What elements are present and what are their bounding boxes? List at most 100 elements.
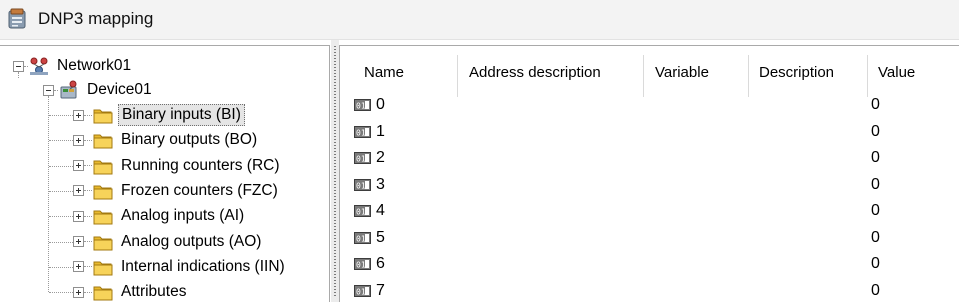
svg-text:01: 01 <box>356 102 366 111</box>
cell-value: 0 <box>871 255 880 272</box>
folder-icon <box>93 210 113 225</box>
tree-label: Frozen counters (FZC) <box>121 181 278 199</box>
mapping-grid[interactable]: Name Address description Variable Descri… <box>339 45 959 302</box>
folder-icon <box>93 134 113 149</box>
splitter[interactable] <box>331 40 339 302</box>
folder-icon <box>93 109 113 124</box>
tree-label: Internal indications (IIN) <box>121 257 285 275</box>
tree-node-group[interactable]: Internal indications (IIN) <box>73 255 288 279</box>
folder-icon <box>93 236 113 250</box>
tree-node-group[interactable]: Analog outputs (AO) <box>73 230 264 254</box>
tree-label: Binary inputs (BI) <box>118 104 245 126</box>
table-row[interactable]: 01 3 0 <box>340 175 959 202</box>
expand-toggle[interactable] <box>73 261 84 273</box>
tree-label: Analog outputs (AO) <box>121 232 262 250</box>
tree-node-group[interactable]: Analog inputs (AI) <box>73 204 247 228</box>
tree-label: Running counters (RC) <box>121 156 280 174</box>
svg-text:01: 01 <box>356 181 366 190</box>
grid-header: Name Address description Variable Descri… <box>340 46 959 98</box>
tree-connector <box>49 140 73 142</box>
tree-connector <box>49 190 73 192</box>
title-bar: DNP3 mapping <box>0 0 959 40</box>
cell-value: 0 <box>871 122 880 140</box>
cell-value: 0 <box>871 149 880 166</box>
tree-connector <box>49 266 73 268</box>
cell-value: 0 <box>871 281 880 299</box>
expand-toggle[interactable] <box>73 160 84 172</box>
collapse-toggle[interactable] <box>13 60 24 72</box>
tree-connector <box>49 241 73 243</box>
cell-name: 7 <box>376 281 385 299</box>
tree-connector <box>49 292 73 294</box>
folder-icon <box>93 286 113 301</box>
binary-io-icon: 01 <box>354 178 371 191</box>
tree-label: Attributes <box>121 283 187 301</box>
folder-icon <box>93 261 113 276</box>
binary-io-icon: 01 <box>354 284 371 297</box>
tree-node-group[interactable]: Running counters (RC) <box>73 154 283 178</box>
binary-io-icon: 01 <box>354 231 371 244</box>
expand-toggle[interactable] <box>73 286 84 298</box>
tree-label: Network01 <box>57 57 132 74</box>
column-header-address-description[interactable]: Address description <box>469 64 601 81</box>
svg-text:01: 01 <box>356 261 366 270</box>
expand-toggle[interactable] <box>73 134 84 146</box>
device-icon <box>60 80 77 99</box>
cell-value: 0 <box>871 228 880 246</box>
svg-text:01: 01 <box>356 128 366 137</box>
svg-text:01: 01 <box>356 287 366 296</box>
binary-io-icon: 01 <box>354 205 371 217</box>
cell-name: 2 <box>376 149 385 166</box>
tree-node-group[interactable]: Binary inputs (BI) <box>73 103 245 127</box>
tree-node-group[interactable]: Attributes <box>73 280 189 302</box>
tree-node-network[interactable]: Network01 <box>13 54 134 78</box>
tree-node-group[interactable]: Binary outputs (BO) <box>73 128 260 152</box>
cell-name: 4 <box>376 202 385 219</box>
binary-io-icon: 01 <box>354 99 371 111</box>
folder-icon <box>93 160 113 175</box>
tree-node-group[interactable]: Frozen counters (FZC) <box>73 179 281 203</box>
tree-label: Analog inputs (AI) <box>121 207 245 225</box>
table-row[interactable]: 01 0 0 <box>340 95 959 122</box>
tree-connector <box>49 115 73 116</box>
tree-connector <box>48 96 49 292</box>
expand-toggle[interactable] <box>73 210 84 222</box>
cell-value: 0 <box>871 202 880 219</box>
cell-name: 1 <box>376 122 385 140</box>
cell-value: 0 <box>871 175 880 193</box>
column-header-name[interactable]: Name <box>364 64 404 81</box>
table-row[interactable]: 01 7 0 <box>340 281 959 302</box>
binary-io-icon: 01 <box>354 152 371 164</box>
expand-toggle[interactable] <box>73 109 84 121</box>
folder-icon <box>93 185 113 200</box>
column-header-value[interactable]: Value <box>878 64 915 81</box>
table-row[interactable]: 01 6 0 <box>340 254 959 281</box>
expand-toggle[interactable] <box>73 185 84 197</box>
table-row[interactable]: 01 4 0 <box>340 201 959 228</box>
tree-label: Binary outputs (BO) <box>121 131 258 149</box>
svg-text:01: 01 <box>356 234 366 243</box>
table-row[interactable]: 01 2 0 <box>340 148 959 175</box>
tree-connector <box>49 216 73 218</box>
column-header-description[interactable]: Description <box>759 64 834 81</box>
cell-name: 0 <box>376 96 385 113</box>
table-row[interactable]: 01 1 0 <box>340 122 959 149</box>
binary-io-icon: 01 <box>354 125 371 138</box>
tree-pane[interactable]: Network01 Device01 Binary inputs (BI) Bin… <box>0 45 330 302</box>
expand-toggle[interactable] <box>73 236 84 247</box>
cell-name: 6 <box>376 255 385 272</box>
tree-node-device[interactable]: Device01 <box>43 78 155 102</box>
column-header-variable[interactable]: Variable <box>655 64 709 81</box>
tree-label: Device01 <box>87 81 152 98</box>
svg-text:01: 01 <box>356 208 366 217</box>
table-row[interactable]: 01 5 0 <box>340 228 959 255</box>
svg-text:01: 01 <box>356 155 366 164</box>
dnp3-mapping-icon <box>8 8 26 29</box>
cell-name: 3 <box>376 175 385 193</box>
binary-io-icon: 01 <box>354 258 371 270</box>
network-icon <box>30 57 48 75</box>
collapse-toggle[interactable] <box>43 84 54 96</box>
window-title: DNP3 mapping <box>38 9 154 28</box>
tree-connector <box>49 165 73 167</box>
cell-value: 0 <box>871 96 880 113</box>
